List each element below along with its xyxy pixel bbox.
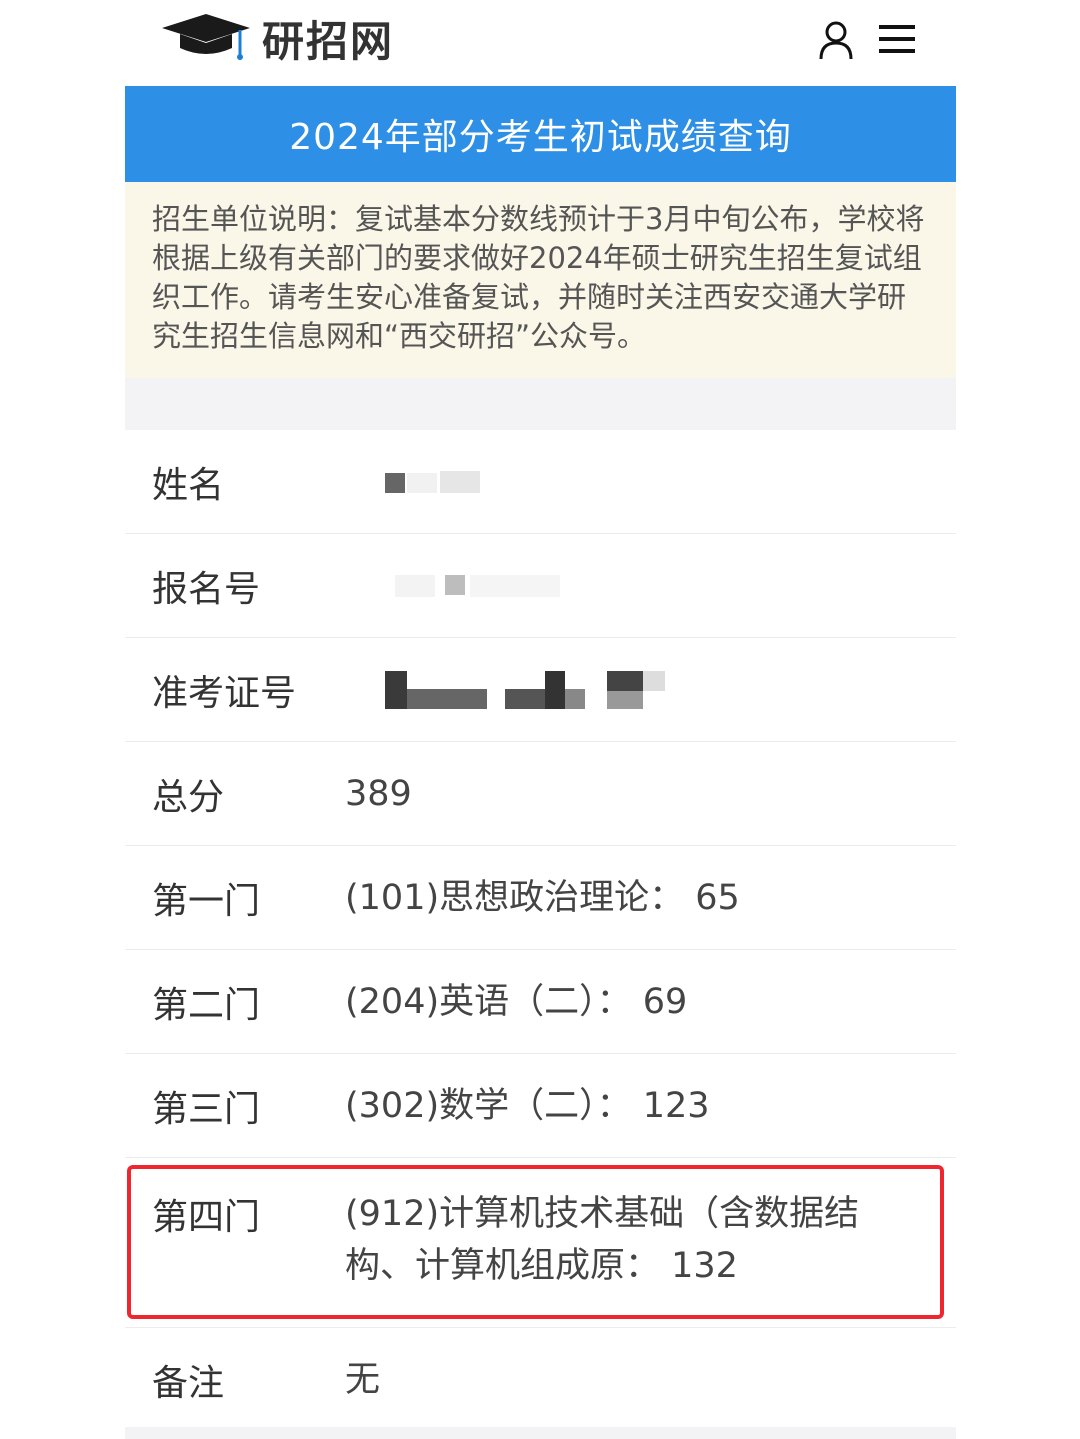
- admission-notice: 招生单位说明：复试基本分数线预计于3月中旬公布，学校将根据上级有关部门的要求做好…: [125, 182, 956, 378]
- remark-value: 无: [345, 1359, 381, 1400]
- row-admission-ticket: 准考证号: [125, 638, 956, 742]
- total-score-value: 389: [345, 773, 412, 814]
- row-remark: 备注 无: [125, 1328, 956, 1432]
- admission-ticket-value-redacted: [345, 665, 956, 715]
- score-query-page: 研招网 2024年部分考生初试成绩查询 招生单位说明：复试基本分数线预计于3月中…: [0, 0, 1080, 1439]
- row-subject-2: 第二门 (204)英语（二）： 69: [125, 950, 956, 1054]
- site-logo-text: 研招网: [262, 16, 395, 66]
- score-result-card: 2024年部分考生初试成绩查询 招生单位说明：复试基本分数线预计于3月中旬公布，…: [125, 86, 956, 1439]
- user-icon[interactable]: [818, 20, 854, 60]
- subject-2-label: 第二门: [152, 984, 261, 1026]
- subject-3-value: (302)数学（二）： 123: [345, 1085, 710, 1126]
- remark-label: 备注: [152, 1362, 225, 1404]
- top-navigation-bar: 研招网: [0, 0, 1080, 85]
- row-name: 姓名: [125, 430, 956, 534]
- page-title-banner: 2024年部分考生初试成绩查询: [125, 86, 956, 182]
- section-divider: [125, 378, 956, 430]
- subject-3-label: 第三门: [152, 1088, 261, 1130]
- row-registration-number: 报名号: [125, 534, 956, 638]
- bottom-strip: [125, 1427, 956, 1439]
- menu-icon[interactable]: [878, 22, 916, 56]
- subject-2-value: (204)英语（二）： 69: [345, 981, 688, 1022]
- admission-ticket-label: 准考证号: [152, 672, 297, 714]
- name-label: 姓名: [152, 464, 225, 506]
- row-subject-3: 第三门 (302)数学（二）： 123: [125, 1054, 956, 1158]
- registration-number-value-redacted: [345, 561, 956, 611]
- subject-4-label: 第四门: [152, 1197, 261, 1238]
- notice-text: 招生单位说明：复试基本分数线预计于3月中旬公布，学校将根据上级有关部门的要求做好…: [152, 202, 925, 353]
- score-table: 姓名 报名号 准考证号 总分 389 第一门 (101)思想政治理论： 65 第…: [125, 430, 956, 1432]
- subject-1-label: 第一门: [152, 880, 261, 922]
- page-title: 2024年部分考生初试成绩查询: [289, 117, 792, 158]
- graduation-cap-icon: [162, 14, 250, 60]
- subject-4-value: (912)计算机技术基础（含数据结构、计算机组成原： 132: [345, 1194, 860, 1286]
- registration-number-label: 报名号: [152, 568, 261, 610]
- name-value-redacted: [345, 457, 956, 507]
- site-logo[interactable]: 研招网: [160, 8, 394, 68]
- row-subject-1: 第一门 (101)思想政治理论： 65: [125, 846, 956, 950]
- row-subject-4: 第四门 (912)计算机技术基础（含数据结构、计算机组成原： 132: [125, 1158, 956, 1328]
- row-total-score: 总分 389: [125, 742, 956, 846]
- total-score-label: 总分: [152, 776, 225, 818]
- subject-1-value: (101)思想政治理论： 65: [345, 877, 740, 918]
